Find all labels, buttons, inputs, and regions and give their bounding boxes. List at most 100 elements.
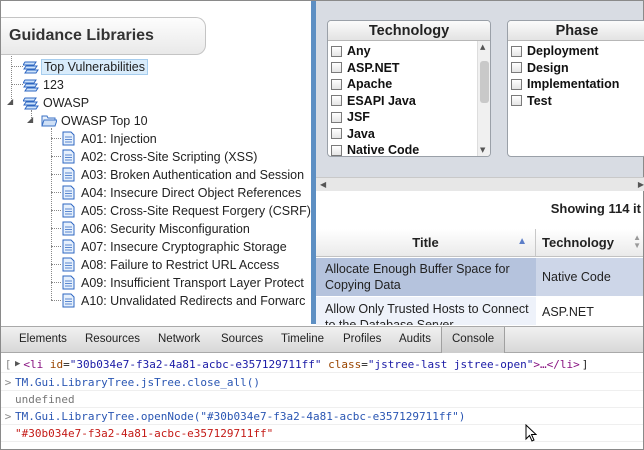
scroll-up-arrow-icon[interactable]: ▲ [480, 43, 485, 51]
scroll-right-arrow-icon[interactable]: ▶ [638, 180, 644, 189]
tree-item-a10[interactable]: A10: Unvalidated Redirects and Forwarc [61, 292, 307, 309]
devtools-panel: Elements Resources Network Sources Timel… [1, 326, 643, 449]
document-icon [61, 257, 77, 272]
document-icon [61, 221, 77, 236]
guidance-libraries-title: Guidance Libraries [9, 27, 154, 44]
table-row[interactable]: Allocate Enough Buffer Space for Copying… [316, 258, 643, 296]
console-line: > TM.Gui.LibraryTree.jsTree.close_all() [1, 374, 643, 391]
checkbox[interactable] [511, 62, 522, 74]
checkbox[interactable] [331, 62, 342, 74]
tree-connector [51, 228, 61, 229]
checkbox[interactable] [331, 45, 342, 57]
tab-console[interactable]: Console [441, 327, 506, 353]
results-count: Showing 114 it [550, 201, 641, 216]
checkbox[interactable] [511, 45, 522, 57]
technology-filter: Technology Any ASP.NET Apache ESAPI Java… [327, 20, 491, 157]
document-icon [61, 239, 77, 254]
checkbox[interactable] [331, 111, 342, 123]
sort-both-icon[interactable]: ▲ ▼ [633, 234, 641, 250]
tab-timeline[interactable]: Timeline [281, 333, 324, 345]
tab-elements[interactable]: Elements [19, 333, 67, 345]
log-marker: [ [4, 357, 12, 371]
filter-option[interactable]: Design [508, 60, 644, 77]
filters-horizontal-scrollbar[interactable]: ◀ ▶ [316, 177, 644, 191]
tree-connector [11, 84, 23, 85]
mouse-cursor-icon [525, 423, 538, 446]
row-technology-cell: ASP.NET [536, 297, 643, 325]
tree-item-a06[interactable]: A06: Security Misconfiguration [61, 220, 252, 237]
tree-connector [51, 174, 61, 175]
filter-option[interactable]: Native Code [328, 142, 490, 156]
filter-option[interactable]: Java [328, 126, 490, 143]
filter-option[interactable]: Deployment [508, 43, 644, 60]
technology-filter-title: Technology [328, 21, 490, 41]
console-line: [ ▶ <li id = "30b034e7-f3a2-4a81-acbc-e357… [1, 356, 643, 373]
column-header-technology[interactable]: Technology ▲ ▼ [536, 229, 643, 257]
library-icon [22, 59, 39, 74]
scroll-thumb[interactable] [480, 61, 489, 103]
tree-item-a08[interactable]: A08: Failure to Restrict URL Access [61, 256, 281, 273]
document-icon [61, 131, 77, 146]
tree-connector [51, 264, 61, 265]
filter-option[interactable]: Apache [328, 76, 490, 93]
devtools-tab-bar: Elements Resources Network Sources Timel… [1, 326, 643, 353]
filter-option[interactable]: ASP.NET [328, 60, 490, 77]
tab-network[interactable]: Network [158, 333, 200, 345]
filter-option[interactable]: Test [508, 93, 644, 110]
results-pane: Showing 114 it Title ▲ Technology ▲ ▼ All… [311, 191, 643, 325]
tree-item-a04[interactable]: A04: Insecure Direct Object References [61, 184, 303, 201]
checkbox[interactable] [331, 78, 342, 90]
filter-option[interactable]: Any [328, 43, 490, 60]
expand-toggle-icon[interactable]: ◢ [27, 115, 33, 124]
tree-folder-owasp-top-10[interactable]: OWASP Top 10 [41, 112, 150, 129]
tree-item-a01[interactable]: A01: Injection [61, 130, 159, 147]
checkbox[interactable] [331, 128, 342, 140]
tree-item-a02[interactable]: A02: Cross-Site Scripting (XSS) [61, 148, 259, 165]
filter-option[interactable]: ESAPI Java [328, 93, 490, 110]
tree-item-top-vulnerabilities[interactable]: Top Vulnerabilities [22, 58, 148, 75]
tree-connector [51, 246, 61, 247]
filter-option[interactable]: Implementation [508, 76, 644, 93]
column-header-title[interactable]: Title ▲ [316, 229, 536, 257]
console-line: > TM.Gui.LibraryTree.openNode("#30b034e7… [1, 408, 643, 425]
sort-ascending-icon[interactable]: ▲ [517, 236, 527, 247]
phase-filter-title: Phase [508, 21, 644, 41]
chevron-right-icon: > [4, 375, 12, 389]
tree-item-123[interactable]: 123 [22, 76, 66, 93]
tree-item-a05[interactable]: A05: Cross-Site Request Forgery (CSRF) [61, 202, 311, 219]
tab-resources[interactable]: Resources [85, 333, 140, 345]
technology-scrollbar[interactable]: ▲ ▼ [477, 41, 490, 156]
tab-profiles[interactable]: Profiles [343, 333, 381, 345]
row-title-cell: Allow Only Trusted Hosts to Connect to t… [325, 302, 529, 325]
console-line: undefined [1, 391, 643, 408]
guidance-libraries-pane: Guidance Libraries Top Vulnerabilities 1… [1, 1, 311, 324]
tree-connector [51, 210, 61, 211]
document-icon [61, 167, 77, 182]
expand-arrow-icon[interactable]: ▶ [15, 359, 20, 369]
tree-item-a07[interactable]: A07: Insecure Cryptographic Storage [61, 238, 289, 255]
expand-toggle-icon[interactable]: ◢ [7, 97, 13, 106]
chevron-right-icon: > [4, 409, 12, 423]
folder-open-icon [41, 113, 58, 128]
tree-item-a09[interactable]: A09: Insufficient Transport Layer Protec… [61, 274, 306, 291]
row-technology-cell: Native Code [536, 258, 643, 296]
document-icon [61, 185, 77, 200]
console-line: "#30b034e7-f3a2-4a81-acbc-e357129711ff" [1, 425, 643, 442]
filters-pane: Technology Any ASP.NET Apache ESAPI Java… [311, 1, 644, 191]
checkbox[interactable] [331, 144, 342, 156]
tab-audits[interactable]: Audits [399, 333, 431, 345]
tree-item-a03[interactable]: A03: Broken Authentication and Session [61, 166, 306, 183]
tree-connector [51, 128, 52, 300]
scroll-down-arrow-icon[interactable]: ▼ [480, 146, 485, 154]
checkbox[interactable] [331, 95, 342, 107]
table-row[interactable]: Allow Only Trusted Hosts to Connect to t… [316, 297, 643, 325]
document-icon [61, 275, 77, 290]
filter-option[interactable]: JSF [328, 109, 490, 126]
tree-connector [11, 66, 23, 67]
checkbox[interactable] [511, 78, 522, 90]
tree-item-owasp[interactable]: OWASP [22, 94, 91, 111]
scroll-left-arrow-icon[interactable]: ◀ [320, 180, 326, 189]
tab-sources[interactable]: Sources [221, 333, 263, 345]
checkbox[interactable] [511, 95, 522, 107]
document-icon [61, 293, 77, 308]
